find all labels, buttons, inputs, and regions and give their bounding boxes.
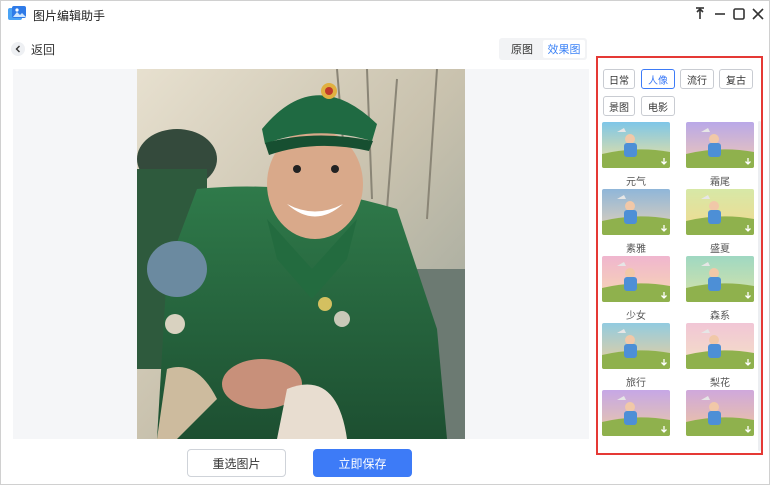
filter-thumbnail[interactable] [686,323,754,369]
minimize-icon[interactable] [711,5,729,23]
download-icon[interactable] [660,158,668,166]
download-icon[interactable] [660,292,668,300]
filter-label: 霜尾 [710,177,730,188]
close-icon[interactable] [749,5,767,23]
back-button[interactable]: 返回 [11,40,55,58]
filter-tab-popular[interactable]: 流行 [680,69,714,89]
app-title: 图片编辑助手 [33,9,106,23]
view-toggle: 原图 效果图 [499,38,587,60]
filter-thumbnail[interactable] [602,323,670,369]
filter-tab-daily[interactable]: 日常 [603,69,635,89]
filter-tab-scenery[interactable]: 景图 [603,96,635,116]
app-logo-icon [7,5,27,23]
download-icon[interactable] [744,426,752,434]
filter-thumbnail[interactable] [602,189,670,235]
back-label: 返回 [31,42,56,57]
download-icon[interactable] [744,225,752,233]
filter-label: 森系 [710,311,730,322]
filter-thumbnail[interactable] [602,390,670,436]
filter-label: 素雅 [626,244,646,255]
filter-thumbnail[interactable] [686,189,754,235]
filter-scrollbar[interactable] [758,121,761,451]
filter-thumbnail[interactable] [686,122,754,168]
pin-icon[interactable] [691,5,709,23]
filter-label: 少女 [626,311,646,322]
filter-thumbnail[interactable] [602,122,670,168]
filter-thumbnail[interactable] [686,256,754,302]
download-icon[interactable] [744,292,752,300]
tab-effect[interactable]: 效果图 [543,40,585,58]
download-icon[interactable] [744,359,752,367]
image-canvas [13,69,589,439]
maximize-icon[interactable] [730,5,748,23]
filter-tab-retro[interactable]: 复古 [719,69,753,89]
chevron-left-icon [11,42,25,56]
download-icon[interactable] [660,225,668,233]
edited-photo [137,69,465,439]
download-icon[interactable] [660,359,668,367]
download-icon[interactable] [744,158,752,166]
filter-tab-movie[interactable]: 电影 [641,96,675,116]
filter-label: 元气 [626,177,646,188]
tab-original[interactable]: 原图 [501,40,543,58]
save-now-button[interactable]: 立即保存 [313,449,412,477]
filter-thumbnail[interactable] [686,390,754,436]
filter-label: 旅行 [626,378,646,389]
title-bar: 图片编辑助手 [1,1,770,29]
reselect-image-button[interactable]: 重选图片 [187,449,286,477]
filter-thumbnail[interactable] [602,256,670,302]
app-window: 图片编辑助手 返回 原图 效果图 重选图片 立即保存 日常 人像 流行 复古 景… [0,0,770,485]
filter-tab-portrait[interactable]: 人像 [641,69,675,89]
download-icon[interactable] [660,426,668,434]
filter-label: 梨花 [710,378,730,389]
filter-label: 盛夏 [710,244,730,255]
